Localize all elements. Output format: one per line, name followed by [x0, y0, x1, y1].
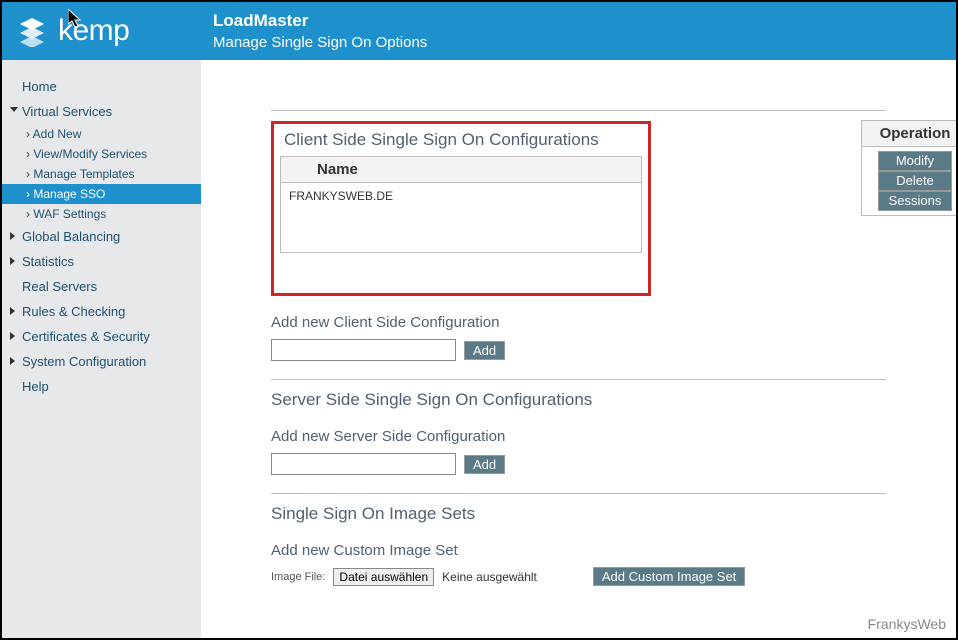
image-file-label: Image File: — [271, 571, 325, 583]
server-sso-title: Server Side Single Sign On Configuration… — [271, 390, 886, 410]
nav-certs-security[interactable]: Certificates & Security — [2, 324, 201, 349]
sessions-button[interactable]: Sessions — [878, 191, 952, 211]
nav-rules-checking-label: Rules & Checking — [22, 304, 125, 319]
divider — [271, 493, 886, 494]
nav-statistics[interactable]: Statistics — [2, 249, 201, 274]
nav-manage-templates[interactable]: Manage Templates — [2, 164, 201, 184]
client-sso-row-name: FRANKYSWEB.DE — [280, 183, 642, 253]
page-subtitle: Manage Single Sign On Options — [213, 34, 427, 51]
nav-virtual-services[interactable]: Virtual Services — [2, 99, 201, 124]
add-server-button[interactable]: Add — [464, 455, 505, 474]
kemp-logo-icon — [16, 15, 48, 47]
delete-button[interactable]: Delete — [878, 171, 952, 191]
logo-area: kemp — [2, 2, 201, 60]
nav-virtual-services-label: Virtual Services — [22, 104, 112, 119]
divider — [271, 110, 886, 111]
product-title: LoadMaster — [213, 11, 427, 31]
nav-global-balancing-label: Global Balancing — [22, 229, 120, 244]
choose-file-button[interactable]: Datei auswählen — [333, 568, 434, 586]
image-sets-title: Single Sign On Image Sets — [271, 504, 886, 524]
sidebar: Home Virtual Services Add New View/Modif… — [2, 60, 201, 638]
operation-column: Operation Modify Delete Sessions — [861, 120, 956, 216]
caret-right-icon — [10, 257, 15, 265]
add-client-title: Add new Client Side Configuration — [271, 314, 886, 331]
watermark-text: FrankysWeb — [868, 616, 946, 632]
image-file-row: Image File: Datei auswählen Keine ausgew… — [271, 567, 886, 586]
divider — [271, 379, 886, 380]
brand-text: kemp — [58, 16, 129, 46]
caret-right-icon — [10, 232, 15, 240]
caret-right-icon — [10, 307, 15, 315]
client-sso-highlight: Client Side Single Sign On Configuration… — [271, 121, 651, 296]
main-content: Client Side Single Sign On Configuration… — [201, 60, 956, 638]
operation-cell: Modify Delete Sessions — [861, 147, 956, 216]
file-status-text: Keine ausgewählt — [442, 570, 537, 584]
client-name-input[interactable] — [271, 339, 456, 361]
modify-button[interactable]: Modify — [878, 151, 952, 171]
caret-right-icon — [10, 357, 15, 365]
nav-real-servers[interactable]: Real Servers — [2, 274, 201, 299]
add-client-form: Add — [271, 339, 886, 361]
add-client-button[interactable]: Add — [464, 341, 505, 360]
nav-global-balancing[interactable]: Global Balancing — [2, 224, 201, 249]
nav-statistics-label: Statistics — [22, 254, 74, 269]
col-name-header: Name — [280, 156, 642, 183]
nav-help[interactable]: Help — [2, 374, 201, 399]
add-server-form: Add — [271, 453, 886, 475]
header-titles: LoadMaster Manage Single Sign On Options — [201, 2, 427, 60]
server-name-input[interactable] — [271, 453, 456, 475]
nav-view-modify-services[interactable]: View/Modify Services — [2, 144, 201, 164]
add-image-set-title: Add new Custom Image Set — [271, 542, 886, 559]
add-server-title: Add new Server Side Configuration — [271, 428, 886, 445]
add-custom-image-set-button[interactable]: Add Custom Image Set — [593, 567, 745, 586]
nav-certs-security-label: Certificates & Security — [22, 329, 150, 344]
col-operation-header: Operation — [861, 120, 956, 147]
nav-home[interactable]: Home — [2, 74, 201, 99]
nav-rules-checking[interactable]: Rules & Checking — [2, 299, 201, 324]
nav-add-new[interactable]: Add New — [2, 124, 201, 144]
client-sso-title: Client Side Single Sign On Configuration… — [284, 130, 642, 150]
caret-right-icon — [10, 332, 15, 340]
nav-system-config[interactable]: System Configuration — [2, 349, 201, 374]
caret-down-icon — [10, 107, 18, 112]
nav-waf-settings[interactable]: WAF Settings — [2, 204, 201, 224]
nav-system-config-label: System Configuration — [22, 354, 146, 369]
header-bar: kemp LoadMaster Manage Single Sign On Op… — [2, 2, 956, 60]
nav-manage-sso[interactable]: Manage SSO — [2, 184, 201, 204]
